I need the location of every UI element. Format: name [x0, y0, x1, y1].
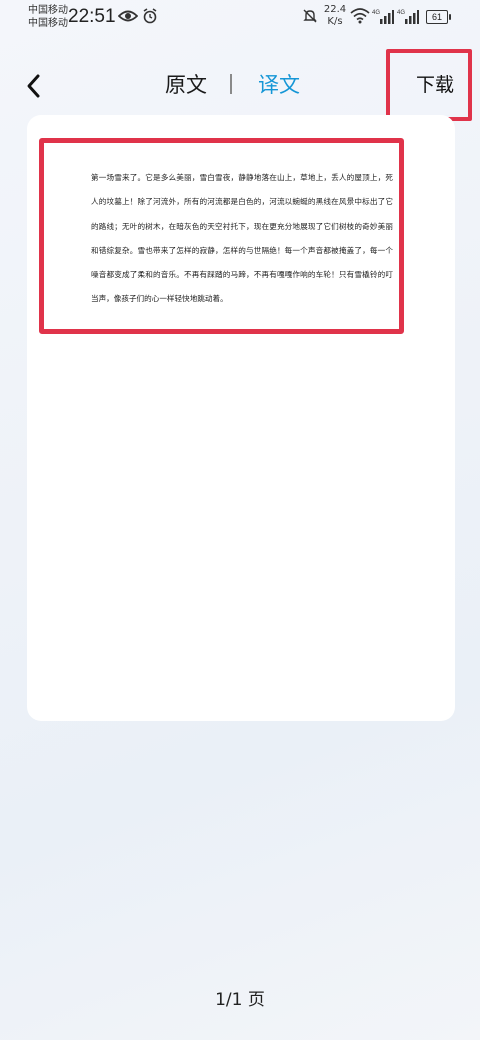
- net-speed-unit: K/s: [327, 16, 343, 27]
- mute-icon: [302, 8, 318, 28]
- download-button[interactable]: 下载: [416, 68, 454, 102]
- signal-4g-icon: 4G: [397, 8, 419, 30]
- status-time: 22:51: [68, 6, 116, 27]
- tab-divider: [230, 74, 232, 94]
- back-button[interactable]: [18, 66, 52, 106]
- status-bar: 中国移动 中国移动 22:51 22.4 K/s 4G 4G 61: [0, 0, 480, 36]
- signal-4g-icon: 4G: [372, 8, 394, 30]
- page-indicator: 1/1 页: [215, 990, 265, 1010]
- eye-icon: [117, 8, 139, 28]
- battery-icon: 61: [426, 10, 451, 24]
- tab-translation[interactable]: 译文: [258, 68, 300, 102]
- wifi-icon: [350, 8, 370, 28]
- carrier-2: 中国移动: [28, 18, 68, 29]
- chevron-left-icon: [27, 74, 40, 98]
- svg-text:4G: 4G: [372, 10, 380, 16]
- alarm-off-icon: [142, 8, 158, 28]
- tab-original[interactable]: 原文: [165, 68, 207, 102]
- svg-text:4G: 4G: [397, 10, 405, 16]
- net-speed-value: 22.4: [323, 4, 347, 15]
- carrier-labels: 中国移动 中国移动: [28, 4, 68, 30]
- translated-text: 第一场雪来了。它是多么美丽，雪白雪夜，静静地落在山上，草地上，丢人的屋顶上，死人…: [91, 173, 393, 304]
- net-speed: 22.4 K/s: [322, 4, 348, 28]
- carrier-1: 中国移动: [28, 5, 68, 16]
